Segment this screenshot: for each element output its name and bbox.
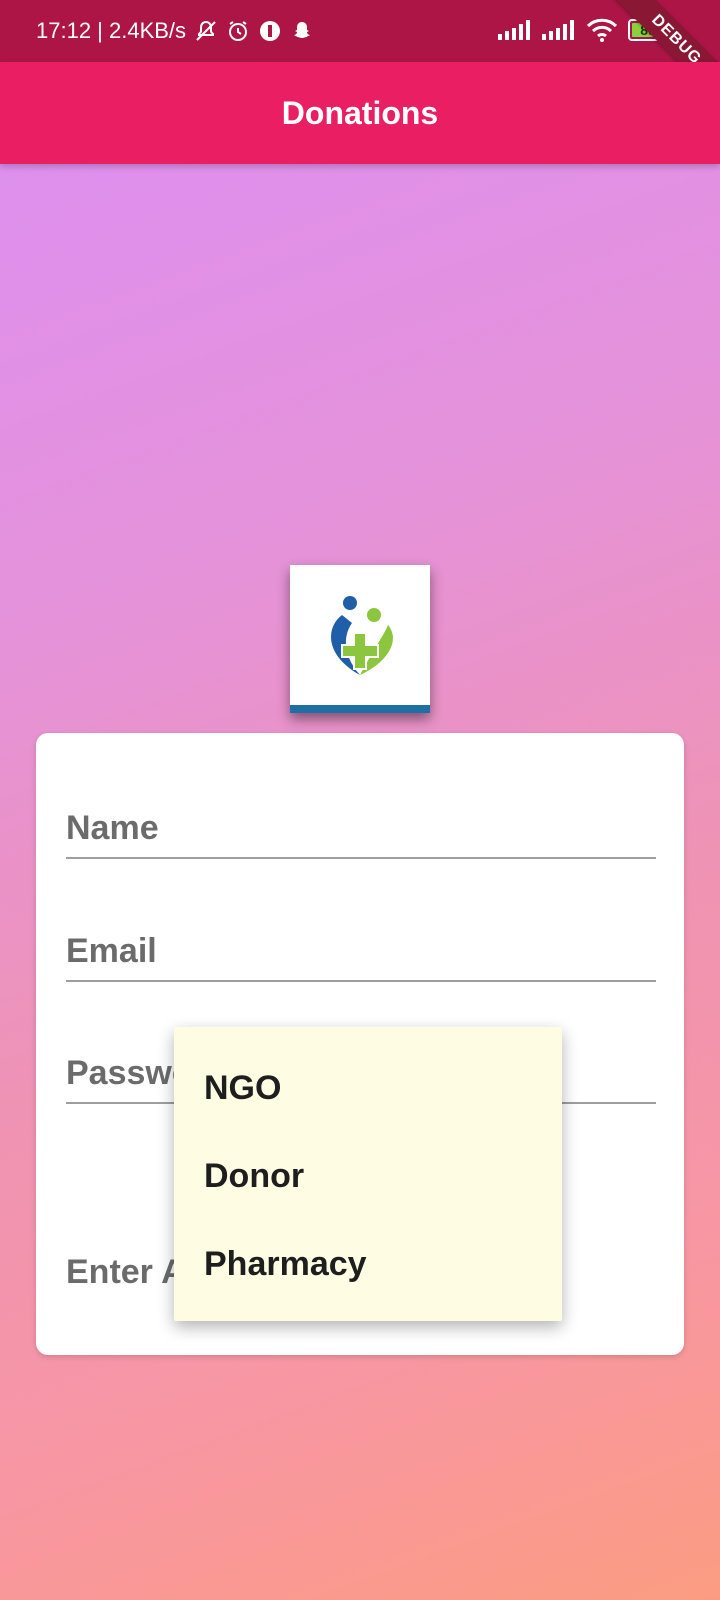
app-bar: Donations bbox=[0, 62, 720, 164]
mute-icon bbox=[196, 20, 216, 41]
alarm-icon bbox=[229, 21, 248, 41]
email-label: Email bbox=[66, 932, 157, 970]
status-left: 17:12 | 2.4KB/s bbox=[36, 18, 314, 44]
wifi-icon bbox=[586, 18, 618, 42]
role-label: Enter A bbox=[66, 1253, 186, 1291]
menu-item-pharmacy[interactable]: Pharmacy bbox=[204, 1245, 367, 1284]
logo-footer-strip bbox=[290, 705, 430, 713]
signal-icon bbox=[498, 20, 530, 40]
menu-item-donor[interactable]: Donor bbox=[204, 1157, 304, 1196]
signal-icon-2 bbox=[542, 20, 574, 40]
menu-item-ngo[interactable]: NGO bbox=[204, 1069, 281, 1108]
name-label: Name bbox=[66, 809, 159, 847]
role-dropdown-menu: NGO Donor Pharmacy bbox=[174, 1027, 562, 1321]
role-select[interactable]: Enter A bbox=[66, 1253, 186, 1292]
status-time: 17:12 | 2.4KB/s bbox=[36, 18, 187, 43]
app-logo bbox=[290, 565, 430, 713]
app-icon bbox=[260, 21, 281, 41]
status-bar: 17:12 | 2.4KB/s DEBUG bbox=[0, 0, 720, 114]
snapchat-icon bbox=[294, 22, 311, 38]
page-title: Donations bbox=[281, 94, 439, 131]
heart-cross-icon bbox=[331, 596, 393, 675]
email-field[interactable]: Email bbox=[66, 896, 656, 982]
name-field[interactable]: Name bbox=[66, 773, 656, 859]
